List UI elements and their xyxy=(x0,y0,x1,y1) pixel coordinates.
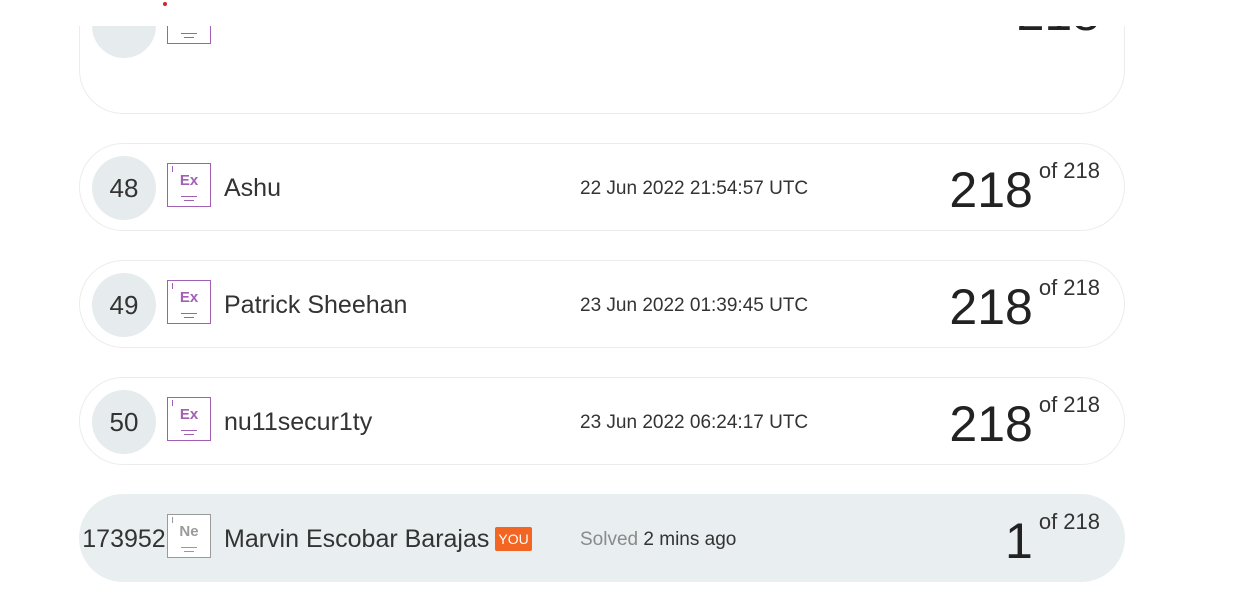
user-name-text[interactable]: Marvin Escobar Barajas xyxy=(224,525,489,553)
score-total: of 218 xyxy=(1038,392,1100,417)
leaderboard-row-partial: 218 xyxy=(79,26,1125,114)
user-name[interactable]: nu11secur1ty xyxy=(224,408,372,437)
score-total: of 218 xyxy=(1038,509,1100,534)
score-value: 218 xyxy=(949,278,1033,335)
rank-number: 173952 xyxy=(82,525,166,553)
user-name[interactable]: Patrick Sheehan xyxy=(224,291,407,320)
score: 218 of 218 xyxy=(949,392,1100,453)
solved-date: 22 Jun 2022 21:54:57 UTC xyxy=(580,178,809,199)
expert-badge-icon xyxy=(167,26,211,44)
expert-badge-icon: Ex xyxy=(167,397,211,441)
user-name[interactable]: Marvin Escobar Barajas YOU xyxy=(224,525,532,554)
solved-time: 2 mins ago xyxy=(643,529,737,550)
leaderboard-row[interactable]: 48 Ex Ashu 22 Jun 2022 21:54:57 UTC 218 o… xyxy=(79,143,1125,231)
user-name[interactable]: Ashu xyxy=(224,174,281,203)
expert-badge-icon: Ex xyxy=(167,280,211,324)
score: 218 xyxy=(1017,26,1100,42)
rank-circle: 48 xyxy=(92,156,156,220)
current-user-row[interactable]: 173952 Ne Marvin Escobar Barajas YOU Solv… xyxy=(79,494,1125,582)
score-value: 218 xyxy=(1017,26,1100,41)
score-value: 1 xyxy=(1005,512,1033,569)
solved-label: Solved xyxy=(580,529,639,550)
solved-date: 23 Jun 2022 01:39:45 UTC xyxy=(580,295,809,316)
rank-circle: 49 xyxy=(92,273,156,337)
leaderboard-row[interactable]: 49 Ex Patrick Sheehan 23 Jun 2022 01:39:… xyxy=(79,260,1125,348)
newbie-badge-icon: Ne xyxy=(167,514,211,558)
score-value: 218 xyxy=(949,395,1033,452)
score-value: 218 xyxy=(949,161,1033,218)
score-total: of 218 xyxy=(1038,275,1100,300)
solved-date: 23 Jun 2022 06:24:17 UTC xyxy=(580,412,809,433)
leaderboard-row[interactable]: 50 Ex nu11secur1ty 23 Jun 2022 06:24:17 … xyxy=(79,377,1125,465)
rank-circle xyxy=(92,26,156,58)
rank-circle: 50 xyxy=(92,390,156,454)
score: 1 of 218 xyxy=(1005,509,1100,570)
you-badge: YOU xyxy=(495,527,532,551)
score: 218 of 218 xyxy=(949,158,1100,219)
red-dot xyxy=(163,2,167,6)
solved-status: Solved 2 mins ago xyxy=(580,529,736,551)
score: 218 of 218 xyxy=(949,275,1100,336)
expert-badge-icon: Ex xyxy=(167,163,211,207)
score-total: of 218 xyxy=(1038,158,1100,183)
